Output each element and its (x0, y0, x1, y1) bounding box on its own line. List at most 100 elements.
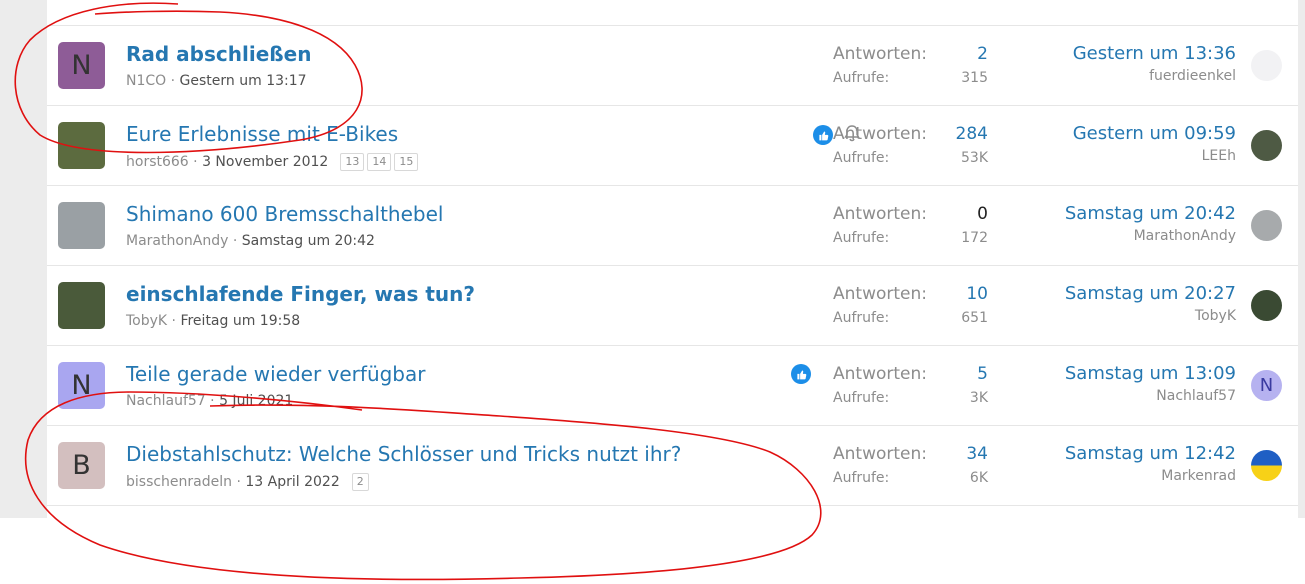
thread-meta: horst666 · 3 November 2012 13 14 15 (126, 153, 419, 171)
thread-title[interactable]: Diebstahlschutz: Welche Schlösser und Tr… (126, 442, 681, 466)
views-label: Aufrufe: (833, 70, 890, 86)
thread-start-date[interactable]: Freitag um 19:58 (180, 313, 300, 329)
views-label: Aufrufe: (833, 390, 890, 406)
replies-label: Antworten: (833, 284, 927, 304)
views-count: 315 (961, 70, 988, 86)
author-avatar[interactable]: N (58, 42, 105, 89)
thread-title[interactable]: Teile gerade wieder verfügbar (126, 362, 425, 386)
meta-separator: · (188, 154, 203, 170)
last-post-time[interactable]: Samstag um 20:42 (1065, 203, 1236, 224)
thread-list: N Rad abschließen N1CO · Gestern um 13:1… (47, 25, 1298, 506)
last-post-user[interactable]: LEEh (1073, 148, 1236, 164)
thread-status-icons (791, 364, 811, 384)
last-post-info: Gestern um 09:59 LEEh (1073, 123, 1236, 164)
thread-start-date[interactable]: 13 April 2022 (245, 474, 339, 490)
thread-title[interactable]: einschlafende Finger, was tun? (126, 282, 475, 306)
thread-start-date[interactable]: Samstag um 20:42 (242, 233, 375, 249)
last-post-user[interactable]: TobyK (1065, 308, 1236, 324)
replies-count[interactable]: 5 (977, 364, 988, 384)
views-stat: Aufrufe: 3K (833, 390, 988, 406)
last-post-info: Samstag um 13:09 Nachlauf57 (1065, 363, 1236, 404)
views-label: Aufrufe: (833, 470, 890, 486)
replies-count[interactable]: 0 (977, 204, 988, 224)
thread-meta: bisschenradeln · 13 April 2022 2 (126, 473, 369, 491)
replies-label: Antworten: (833, 124, 927, 144)
last-poster-avatar[interactable] (1251, 290, 1282, 321)
views-label: Aufrufe: (833, 150, 890, 166)
last-poster-avatar[interactable] (1251, 50, 1282, 81)
replies-label: Antworten: (833, 364, 927, 384)
author-avatar[interactable]: B (58, 442, 105, 489)
last-poster-avatar[interactable] (1251, 450, 1282, 481)
last-post-info: Samstag um 20:42 MarathonAndy (1065, 203, 1236, 244)
last-post-time[interactable]: Gestern um 13:36 (1073, 43, 1236, 64)
last-post-info: Samstag um 12:42 Markenrad (1065, 443, 1236, 484)
right-gutter (1298, 0, 1305, 518)
meta-separator: · (232, 474, 246, 490)
views-stat: Aufrufe: 6K (833, 470, 988, 486)
replies-label: Antworten: (833, 204, 927, 224)
page-link[interactable]: 15 (394, 153, 419, 171)
thread-title[interactable]: Rad abschließen (126, 42, 311, 66)
last-poster-avatar[interactable] (1251, 210, 1282, 241)
thread-author[interactable]: TobyK (126, 313, 167, 329)
thread-meta: TobyK · Freitag um 19:58 (126, 313, 300, 329)
replies-count[interactable]: 284 (956, 124, 988, 144)
thread-title[interactable]: Shimano 600 Bremsschalthebel (126, 202, 443, 226)
thread-row[interactable]: B Diebstahlschutz: Welche Schlösser und … (47, 426, 1298, 506)
last-post-info: Samstag um 20:27 TobyK (1065, 283, 1236, 324)
last-post-user[interactable]: fuerdieenkel (1073, 68, 1236, 84)
views-label: Aufrufe: (833, 310, 890, 326)
last-post-user[interactable]: Nachlauf57 (1065, 388, 1236, 404)
thread-meta: MarathonAndy · Samstag um 20:42 (126, 233, 375, 249)
thread-row[interactable]: N Rad abschließen N1CO · Gestern um 13:1… (47, 26, 1298, 106)
replies-stat: Antworten: 2 (833, 44, 988, 64)
like-icon (791, 364, 811, 384)
replies-count[interactable]: 10 (966, 284, 988, 304)
thread-row[interactable]: Shimano 600 Bremsschalthebel MarathonAnd… (47, 186, 1298, 266)
thread-author[interactable]: horst666 (126, 154, 189, 170)
thread-row[interactable]: N Teile gerade wieder verfügbar Nachlauf… (47, 346, 1298, 426)
replies-count[interactable]: 34 (966, 444, 988, 464)
page-link[interactable]: 2 (351, 473, 369, 491)
last-post-time[interactable]: Samstag um 13:09 (1065, 363, 1236, 384)
views-count: 172 (961, 230, 988, 246)
views-count: 3K (969, 390, 988, 406)
thread-title[interactable]: Eure Erlebnisse mit E-Bikes (126, 122, 398, 146)
thread-meta: N1CO · Gestern um 13:17 (126, 73, 307, 89)
last-poster-avatar[interactable]: N (1251, 370, 1282, 401)
views-stat: Aufrufe: 315 (833, 70, 988, 86)
thread-author[interactable]: MarathonAndy (126, 233, 228, 249)
thread-start-date[interactable]: 5 Juli 2021 (219, 393, 293, 409)
page-link[interactable]: 13 (340, 153, 365, 171)
replies-stat: Antworten: 284 (833, 124, 988, 144)
author-avatar[interactable] (58, 202, 105, 249)
views-label: Aufrufe: (833, 230, 890, 246)
thread-start-date[interactable]: 3 November 2012 (202, 154, 328, 170)
last-post-time[interactable]: Gestern um 09:59 (1073, 123, 1236, 144)
author-avatar[interactable]: N (58, 362, 105, 409)
author-avatar[interactable] (58, 282, 105, 329)
thread-row[interactable]: Eure Erlebnisse mit E-Bikes horst666 · 3… (47, 106, 1298, 186)
thread-author[interactable]: Nachlauf57 (126, 393, 206, 409)
last-post-user[interactable]: MarathonAndy (1065, 228, 1236, 244)
page-link[interactable]: 14 (367, 153, 392, 171)
thread-row[interactable]: einschlafende Finger, was tun? TobyK · F… (47, 266, 1298, 346)
author-avatar[interactable] (58, 122, 105, 169)
last-post-user[interactable]: Markenrad (1065, 468, 1236, 484)
last-poster-avatar[interactable] (1251, 130, 1282, 161)
last-post-time[interactable]: Samstag um 12:42 (1065, 443, 1236, 464)
thread-start-date[interactable]: Gestern um 13:17 (180, 73, 307, 89)
views-stat: Aufrufe: 172 (833, 230, 988, 246)
last-post-time[interactable]: Samstag um 20:27 (1065, 283, 1236, 304)
left-gutter (0, 0, 47, 518)
views-count: 6K (969, 470, 988, 486)
page-jump-links: 13 14 15 (340, 153, 419, 171)
thread-author[interactable]: N1CO (126, 73, 166, 89)
meta-separator: · (228, 233, 242, 249)
replies-label: Antworten: (833, 444, 927, 464)
replies-count[interactable]: 2 (977, 44, 988, 64)
views-stat: Aufrufe: 651 (833, 310, 988, 326)
thread-meta: Nachlauf57 · 5 Juli 2021 (126, 393, 293, 409)
thread-author[interactable]: bisschenradeln (126, 474, 232, 490)
